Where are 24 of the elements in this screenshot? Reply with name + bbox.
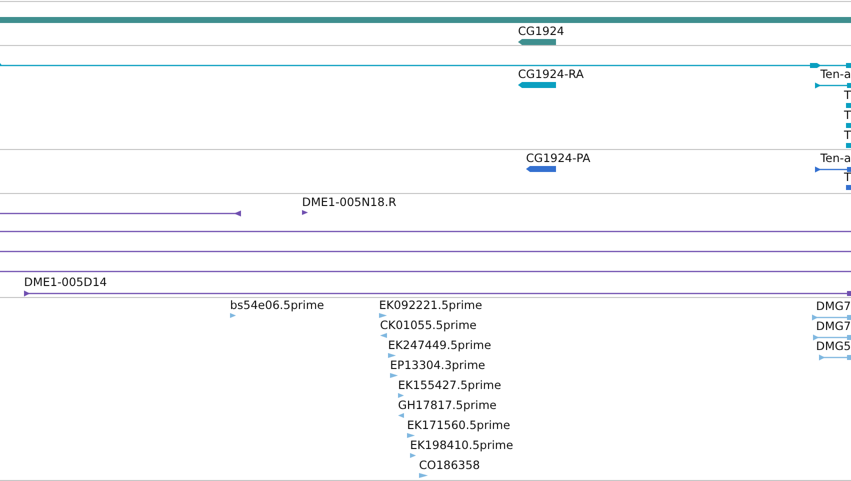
feature-label[interactable]: T [844, 109, 851, 122]
feature-label[interactable]: CG1924-PA [526, 152, 590, 165]
feature-label[interactable]: bs54e06.5prime [230, 299, 324, 312]
feature-label[interactable]: EK155427.5prime [398, 379, 502, 392]
feature-label[interactable]: CG1924-RA [518, 68, 584, 81]
feature-label[interactable]: CO186358 [419, 459, 480, 472]
feature-label[interactable]: T [844, 171, 851, 184]
feature-label[interactable]: EK092221.5prime [379, 299, 482, 312]
feature-label[interactable]: DMG7 [816, 300, 851, 313]
feature-label[interactable]: DMG5 [816, 340, 851, 353]
feature-label[interactable]: DME1-005N18.R [302, 196, 396, 209]
feature-label[interactable]: CK01055.5prime [380, 319, 477, 332]
feature-label[interactable]: EK247449.5prime [388, 339, 492, 352]
feature-label[interactable]: Ten-a [820, 68, 851, 81]
feature-label[interactable]: CG1924 [518, 25, 564, 38]
feature-label[interactable]: EK171560.5prime [407, 419, 510, 432]
feature-label[interactable]: EK198410.5prime [410, 439, 514, 452]
feature-label[interactable]: GH17817.5prime [398, 399, 497, 412]
feature-label[interactable]: T [844, 89, 851, 102]
feature-label[interactable]: EP13304.3prime [390, 359, 486, 372]
feature-label[interactable]: T [844, 129, 851, 142]
feature-label[interactable]: DMG7 [816, 320, 851, 333]
feature-label[interactable]: Ten-a [820, 152, 851, 165]
feature-label[interactable]: DME1-005D14 [24, 276, 107, 289]
